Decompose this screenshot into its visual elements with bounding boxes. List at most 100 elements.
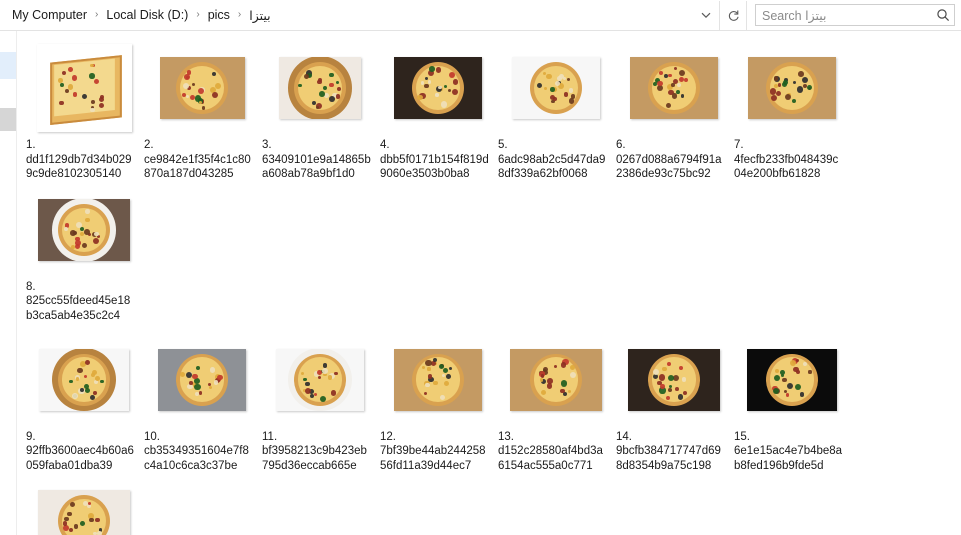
- file-index: 2.: [144, 139, 154, 151]
- file-item[interactable]: 9. 92ffb3600aec4b60a6059faba01dba39: [25, 332, 143, 474]
- file-name-label: 5. 6adc98ab2c5d47da98df339a62bf0068: [497, 138, 608, 182]
- file-index: 4.: [380, 139, 390, 151]
- file-name: 825cc55fdeed45e18b3ca5ab4e35c2c4: [26, 295, 131, 322]
- file-name-label: 15. 6e1e15ac4e7b4be8ab8fed196b9fde5d: [733, 430, 844, 474]
- file-item[interactable]: 4. dbb5f0171b154f819d9060e3503b0ba8: [379, 40, 497, 182]
- pizza-image: [159, 57, 245, 119]
- file-item[interactable]: 14. 9bcfb384717747d698d8354b9a75c198: [615, 332, 733, 474]
- file-name-label: 13. d152c28580af4bd3a6154ac555a0c771: [497, 430, 608, 474]
- file-index: 9.: [26, 430, 36, 443]
- file-thumbnail[interactable]: [25, 332, 143, 428]
- file-name-label: 6. 0267d088a6794f91a2386de93c75bc92: [615, 138, 726, 182]
- file-item[interactable]: 13. d152c28580af4bd3a6154ac555a0c771: [497, 332, 615, 474]
- file-item[interactable]: 12. 7bf39be44ab24425856fd11a39d44ec7: [379, 332, 497, 474]
- file-name-label: 8. 825cc55fdeed45e18b3ca5ab4e35c2c4: [25, 280, 136, 324]
- file-name-label: 10. cb35349351604e7f8c4a10c6ca3c37be: [143, 430, 254, 474]
- file-item[interactable]: 10. cb35349351604e7f8c4a10c6ca3c37be: [143, 332, 261, 474]
- pizza-image: [747, 348, 837, 411]
- breadcrumb-item-pics[interactable]: pics: [204, 6, 234, 24]
- file-name: d152c28580af4bd3a6154ac555a0c771: [498, 445, 603, 472]
- file-item[interactable]: 3. 63409101e9a14865ba608ab78a9bf1d0: [261, 40, 379, 182]
- file-item[interactable]: 11. bf3958213c9b423eb795d36eccab665e: [261, 332, 379, 474]
- pizza-image: [36, 44, 132, 132]
- file-item[interactable]: 15. 6e1e15ac4e7b4be8ab8fed196b9fde5d: [733, 332, 851, 474]
- file-item[interactable]: 7. 4fecfb233fb048439c04e200bfb61828: [733, 40, 851, 182]
- navigation-pane[interactable]: [0, 31, 17, 535]
- file-index: 15.: [734, 430, 750, 443]
- search-box[interactable]: Search بيتزا: [755, 4, 955, 26]
- file-thumbnail[interactable]: [261, 40, 379, 136]
- pizza-image: [630, 57, 718, 119]
- address-bar-controls: [693, 0, 747, 30]
- file-name-label: 12. 7bf39be44ab24425856fd11a39d44ec7: [379, 430, 490, 474]
- breadcrumb-item-local-disk[interactable]: Local Disk (D:): [102, 6, 192, 24]
- file-thumbnail[interactable]: [615, 40, 733, 136]
- file-index: 8.: [26, 280, 36, 293]
- file-index: 6.: [616, 139, 626, 151]
- file-name: bf3958213c9b423eb795d36eccab665e: [262, 445, 367, 472]
- file-name: 7bf39be44ab24425856fd11a39d44ec7: [380, 445, 486, 472]
- file-thumbnail[interactable]: [25, 182, 143, 278]
- pizza-image: [276, 348, 364, 411]
- refresh-icon[interactable]: [719, 0, 747, 30]
- breadcrumb-separator-icon: ›: [237, 9, 242, 20]
- nav-item-highlight[interactable]: [0, 108, 16, 131]
- file-thumbnail[interactable]: [25, 473, 143, 535]
- file-name: 92ffb3600aec4b60a6059faba01dba39: [26, 445, 134, 472]
- pizza-image: [394, 348, 482, 411]
- file-thumbnail[interactable]: [733, 40, 851, 136]
- file-item[interactable]: 6. 0267d088a6794f91a2386de93c75bc92: [615, 40, 733, 182]
- pizza-image: [512, 57, 600, 119]
- file-thumbnail[interactable]: [379, 40, 497, 136]
- chevron-down-icon[interactable]: [693, 1, 719, 30]
- file-name-label: 4. dbb5f0171b154f819d9060e3503b0ba8: [379, 138, 490, 182]
- breadcrumb-item-my-computer[interactable]: My Computer: [8, 6, 91, 24]
- file-item[interactable]: 5. 6adc98ab2c5d47da98df339a62bf0068: [497, 40, 615, 182]
- file-name: 6adc98ab2c5d47da98df339a62bf0068: [498, 153, 606, 181]
- breadcrumb-item-current-folder[interactable]: بيتزا: [245, 6, 274, 25]
- file-index: 3.: [262, 139, 272, 151]
- search-input[interactable]: Search بيتزا: [756, 8, 932, 23]
- address-bar[interactable]: My Computer › Local Disk (D:) › pics › ب…: [0, 0, 693, 30]
- nav-item-selected[interactable]: [0, 52, 16, 79]
- row-spacer: [25, 324, 961, 332]
- file-item[interactable]: 1. dd1f129db7d34b0299c9de8102305140: [25, 40, 143, 182]
- file-name-label: 9. 92ffb3600aec4b60a6059faba01dba39: [25, 430, 136, 474]
- file-index: 5.: [498, 139, 508, 151]
- file-thumbnail[interactable]: [615, 332, 733, 428]
- file-thumbnail[interactable]: [497, 40, 615, 136]
- file-thumbnail[interactable]: [379, 332, 497, 428]
- file-thumbnail[interactable]: [497, 332, 615, 428]
- file-item[interactable]: 16.408cec3a281b4e24bd6fb915c2deb03a: [25, 473, 143, 535]
- pizza-image: [510, 348, 602, 411]
- file-thumbnail[interactable]: [25, 40, 143, 136]
- file-name-label: 1. dd1f129db7d34b0299c9de8102305140: [25, 138, 136, 182]
- file-index: 13.: [498, 430, 514, 443]
- address-toolbar: My Computer › Local Disk (D:) › pics › ب…: [0, 0, 961, 31]
- file-name: dd1f129db7d34b0299c9de8102305140: [26, 153, 132, 181]
- pizza-image: [39, 348, 129, 411]
- file-name: cb35349351604e7f8c4a10c6ca3c37be: [144, 445, 249, 472]
- file-list-view[interactable]: 1. dd1f129db7d34b0299c9de8102305140 2. ce98…: [17, 31, 961, 535]
- file-thumbnail[interactable]: [143, 332, 261, 428]
- file-name-label: 2. ce9842e1f35f4c1c80870a187d043285: [143, 138, 254, 182]
- file-item[interactable]: 2. ce9842e1f35f4c1c80870a187d043285: [143, 40, 261, 182]
- file-name: 4fecfb233fb048439c04e200bfb61828: [734, 153, 839, 181]
- file-thumbnail[interactable]: [143, 40, 261, 136]
- file-name: 6e1e15ac4e7b4be8ab8fed196b9fde5d: [734, 445, 843, 472]
- pizza-image: [628, 348, 720, 411]
- file-name-label: 7. 4fecfb233fb048439c04e200bfb61828: [733, 138, 844, 182]
- file-name-label: 14. 9bcfb384717747d698d8354b9a75c198: [615, 430, 726, 474]
- file-thumbnail[interactable]: [261, 332, 379, 428]
- file-item[interactable]: 8. 825cc55fdeed45e18b3ca5ab4e35c2c4: [25, 182, 143, 324]
- file-name: 9bcfb384717747d698d8354b9a75c198: [616, 445, 721, 472]
- file-name: dbb5f0171b154f819d9060e3503b0ba8: [380, 153, 489, 181]
- file-name: 0267d088a6794f91a2386de93c75bc92: [616, 153, 722, 181]
- pizza-image: [748, 57, 836, 119]
- file-index: 7.: [734, 139, 744, 151]
- pizza-image: [38, 198, 130, 261]
- breadcrumb-separator-icon: ›: [196, 9, 200, 20]
- search-icon[interactable]: [932, 8, 954, 22]
- file-thumbnail[interactable]: [733, 332, 851, 428]
- file-index: 14.: [616, 430, 632, 443]
